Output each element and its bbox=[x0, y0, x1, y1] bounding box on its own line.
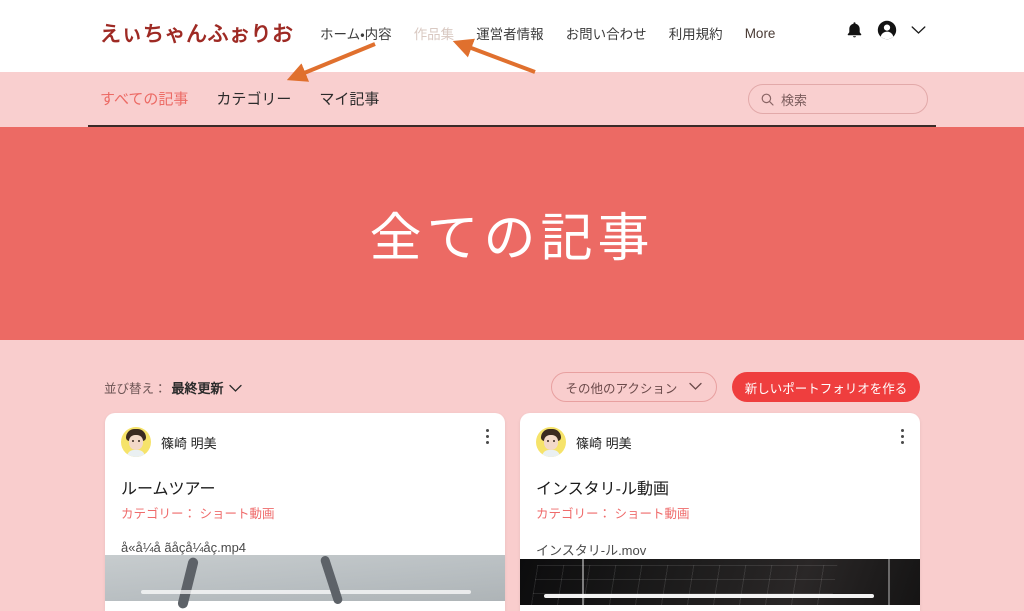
card-filename: å«å¼å ãåçå¼åç.mp4 bbox=[121, 540, 247, 555]
tab-all-articles[interactable]: すべての記事 bbox=[100, 88, 188, 109]
card-category: カテゴリー： ショート動画 bbox=[536, 507, 690, 521]
card-author-name: 篠崎 明美 bbox=[576, 435, 632, 451]
card-header: 篠崎 明美 bbox=[105, 413, 505, 457]
top-nav-links: ホーム・内容 作品集 運営者情報 お問い合わせ 利用規約 More bbox=[320, 23, 775, 43]
avatar bbox=[121, 427, 151, 457]
portfolio-card[interactable]: 篠崎 明美 ルームツアー カテゴリー： ショート動画 å«å¼å ãåçå¼åç… bbox=[105, 413, 505, 611]
chevron-down-icon bbox=[689, 380, 703, 394]
card-progress-bar[interactable] bbox=[544, 594, 874, 598]
nav-link-more[interactable]: More bbox=[745, 26, 776, 41]
card-title: ルームツアー bbox=[121, 481, 216, 498]
card-category: カテゴリー： ショート動画 bbox=[121, 507, 275, 521]
nav-link-about[interactable]: 運営者情報 bbox=[476, 23, 544, 43]
nav-link-contact[interactable]: お問い合わせ bbox=[566, 23, 647, 43]
more-actions-label: その他のアクション bbox=[565, 381, 678, 396]
card-author-name: 篠崎 明美 bbox=[161, 435, 217, 451]
hero-banner: 全ての記事 bbox=[0, 127, 1024, 340]
sort-value: 最終更新 bbox=[171, 381, 224, 396]
new-portfolio-button[interactable]: 新しいポートフォリオを作る bbox=[732, 372, 920, 402]
chevron-down-icon bbox=[228, 380, 242, 398]
tab-categories[interactable]: カテゴリー bbox=[216, 88, 291, 109]
search-icon bbox=[761, 93, 774, 106]
kebab-menu-icon[interactable] bbox=[901, 429, 904, 444]
account-avatar-icon[interactable] bbox=[877, 20, 897, 40]
nav-link-terms[interactable]: 利用規約 bbox=[669, 23, 723, 43]
kebab-menu-icon[interactable] bbox=[486, 429, 489, 444]
search-input[interactable]: 検索 bbox=[748, 84, 928, 114]
nav-link-home[interactable]: ホーム・内容 bbox=[320, 23, 392, 43]
site-logo[interactable]: えぃちゃんふぉりお bbox=[100, 18, 294, 48]
card-progress-bar[interactable] bbox=[141, 590, 471, 594]
card-thumbnail[interactable] bbox=[520, 559, 920, 607]
search-placeholder: 検索 bbox=[781, 92, 808, 108]
bell-icon[interactable] bbox=[846, 21, 863, 40]
content-toolbar: 並び替え： 最終更新 その他のアクション 新しいポートフォリオを作る bbox=[0, 370, 1024, 410]
sort-dropdown[interactable]: 並び替え： 最終更新 bbox=[104, 378, 242, 398]
sort-label: 並び替え： bbox=[104, 382, 167, 396]
card-header: 篠崎 明美 bbox=[520, 413, 920, 457]
article-tabs: すべての記事 カテゴリー マイ記事 bbox=[100, 88, 379, 109]
chevron-down-icon[interactable] bbox=[911, 25, 926, 35]
avatar bbox=[536, 427, 566, 457]
more-actions-button[interactable]: その他のアクション bbox=[551, 372, 717, 402]
portfolio-card[interactable]: 篠崎 明美 インスタリ-ル動画 カテゴリー： ショート動画 インスタリ-ル.mo… bbox=[520, 413, 920, 611]
new-portfolio-label: 新しいポートフォリオを作る bbox=[744, 381, 908, 396]
card-thumbnail[interactable] bbox=[105, 555, 505, 601]
page-title: 全ての記事 bbox=[369, 210, 655, 268]
top-navigation-bar: えぃちゃんふぉりお ホーム・内容 作品集 運営者情報 お問い合わせ 利用規約 M… bbox=[0, 0, 1024, 72]
content-area: 並び替え： 最終更新 その他のアクション 新しいポートフォリオを作る 篠崎 明美… bbox=[0, 340, 1024, 611]
portfolio-card-list: 篠崎 明美 ルームツアー カテゴリー： ショート動画 å«å¼å ãåçå¼åç… bbox=[0, 413, 1024, 611]
app-page: えぃちゃんふぉりお ホーム・内容 作品集 運営者情報 お問い合わせ 利用規約 M… bbox=[0, 0, 1024, 611]
card-filename: インスタリ-ル.mov bbox=[536, 543, 647, 558]
card-title: インスタリ-ル動画 bbox=[536, 481, 670, 498]
tab-my-articles[interactable]: マイ記事 bbox=[319, 88, 379, 109]
top-nav-icon-group bbox=[846, 20, 926, 40]
nav-link-works[interactable]: 作品集 bbox=[414, 23, 455, 43]
